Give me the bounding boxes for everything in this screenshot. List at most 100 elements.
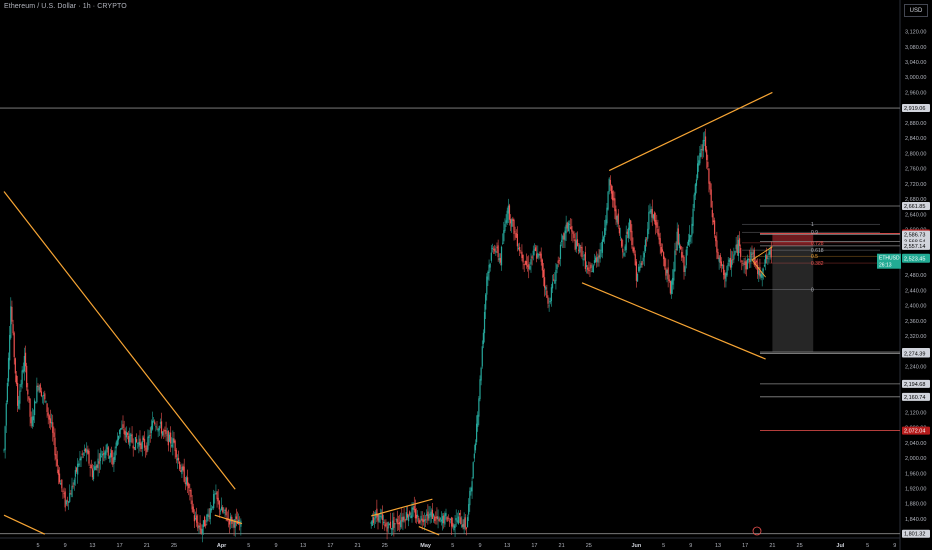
candle-body	[427, 511, 429, 521]
price-tick-label: 3,000.00	[905, 75, 926, 81]
candle-body	[698, 160, 700, 166]
candle-body	[750, 251, 752, 263]
candle-body	[680, 246, 682, 250]
candle-body	[500, 246, 503, 266]
candle-body	[372, 517, 375, 523]
candle-body	[198, 526, 200, 527]
chart-area[interactable]: 1 0.9 0.728 0.618 0.5 0.382 0 1,840.00 1,880.00 1…	[0, 0, 932, 550]
time-tick-label: 9	[893, 543, 896, 549]
candle-body	[685, 249, 687, 266]
candle-body	[150, 426, 152, 434]
candle-body	[82, 453, 84, 455]
candle-body	[538, 254, 540, 256]
candle-body	[432, 513, 435, 517]
candle-body	[763, 264, 766, 267]
candle-body	[468, 504, 470, 515]
candle-body	[575, 240, 577, 249]
candle-body	[137, 443, 139, 444]
candle-body	[457, 516, 460, 524]
price-tick-label: 2,480.00	[905, 273, 926, 279]
currency-selector[interactable]: USD	[904, 4, 928, 17]
candle-body	[47, 412, 49, 416]
candle-body	[438, 518, 440, 522]
trendline[interactable]	[3, 191, 236, 490]
candle-body	[539, 251, 541, 256]
candle-body	[119, 429, 121, 435]
candle-body	[410, 515, 412, 518]
candle-body	[394, 523, 396, 525]
candle-body	[588, 269, 590, 272]
candle-body	[665, 267, 667, 276]
candle-body	[740, 248, 742, 258]
candle-body	[80, 457, 82, 461]
candle-body	[425, 519, 427, 521]
candle-body	[417, 514, 419, 517]
trendline[interactable]	[581, 282, 766, 360]
candle-body	[183, 466, 185, 482]
time-tick-label: Apr	[217, 543, 227, 549]
candle-body	[173, 438, 175, 443]
candle-body	[107, 447, 109, 456]
candle-body	[531, 256, 533, 259]
candle-body	[716, 240, 718, 253]
level-price-label: 2,919.06	[904, 106, 925, 112]
candle-body	[480, 367, 482, 381]
candle-body	[608, 178, 610, 192]
candle-body	[631, 230, 633, 245]
candle-body	[762, 269, 764, 271]
candle-body	[595, 257, 597, 263]
candle-body	[613, 197, 615, 201]
candle-body	[462, 524, 464, 527]
candle-body	[517, 248, 520, 250]
candle-body	[768, 251, 770, 255]
candle-body	[380, 516, 382, 518]
candle-body	[187, 477, 189, 486]
candle-body	[376, 508, 378, 517]
candle-body	[455, 518, 457, 521]
time-tick-label: 9	[689, 543, 692, 549]
candle-body	[469, 490, 471, 506]
candle-body	[621, 238, 623, 247]
candle-body	[725, 273, 727, 282]
candle-body	[556, 264, 558, 270]
candle-body	[537, 252, 539, 258]
candle-body	[592, 265, 594, 273]
candle-body	[94, 466, 96, 470]
candle-body	[746, 259, 749, 270]
candle-body	[617, 213, 619, 225]
candle-body	[714, 220, 716, 235]
candle-body	[224, 510, 226, 512]
candle-body	[15, 375, 18, 384]
candle-body	[385, 522, 387, 527]
candle-body	[49, 418, 52, 424]
price-tick-label: 2,440.00	[905, 288, 926, 294]
candle-body	[751, 254, 753, 255]
candle-body	[421, 518, 423, 521]
candle-body	[669, 280, 671, 294]
time-tick-label: May	[420, 543, 432, 549]
candle-body	[731, 259, 733, 268]
trendline[interactable]	[3, 514, 46, 535]
candle-body	[386, 527, 388, 532]
candle-body	[391, 528, 393, 530]
fib-level-label: 0.5	[811, 254, 818, 260]
candle-body	[56, 459, 58, 467]
candle-body	[138, 442, 140, 447]
candle-body	[10, 306, 12, 338]
candle-body	[423, 519, 426, 522]
candle-body	[38, 386, 40, 391]
candle-body	[445, 512, 447, 516]
candle-body	[667, 267, 669, 280]
candle-body	[672, 277, 674, 285]
candle-body	[684, 266, 686, 272]
candle-body	[632, 246, 634, 252]
candle-body	[734, 250, 736, 255]
trendline[interactable]	[608, 91, 773, 172]
candle-body	[428, 514, 430, 519]
candle-body	[479, 379, 481, 400]
candle-body	[444, 513, 446, 525]
price-chart[interactable]: 1 0.9 0.7280.6180.50.382 0 1,840.00 1,880.00 1…	[0, 0, 932, 550]
candle-body	[28, 396, 30, 400]
candle-body	[66, 500, 69, 502]
candle-body	[11, 306, 13, 322]
